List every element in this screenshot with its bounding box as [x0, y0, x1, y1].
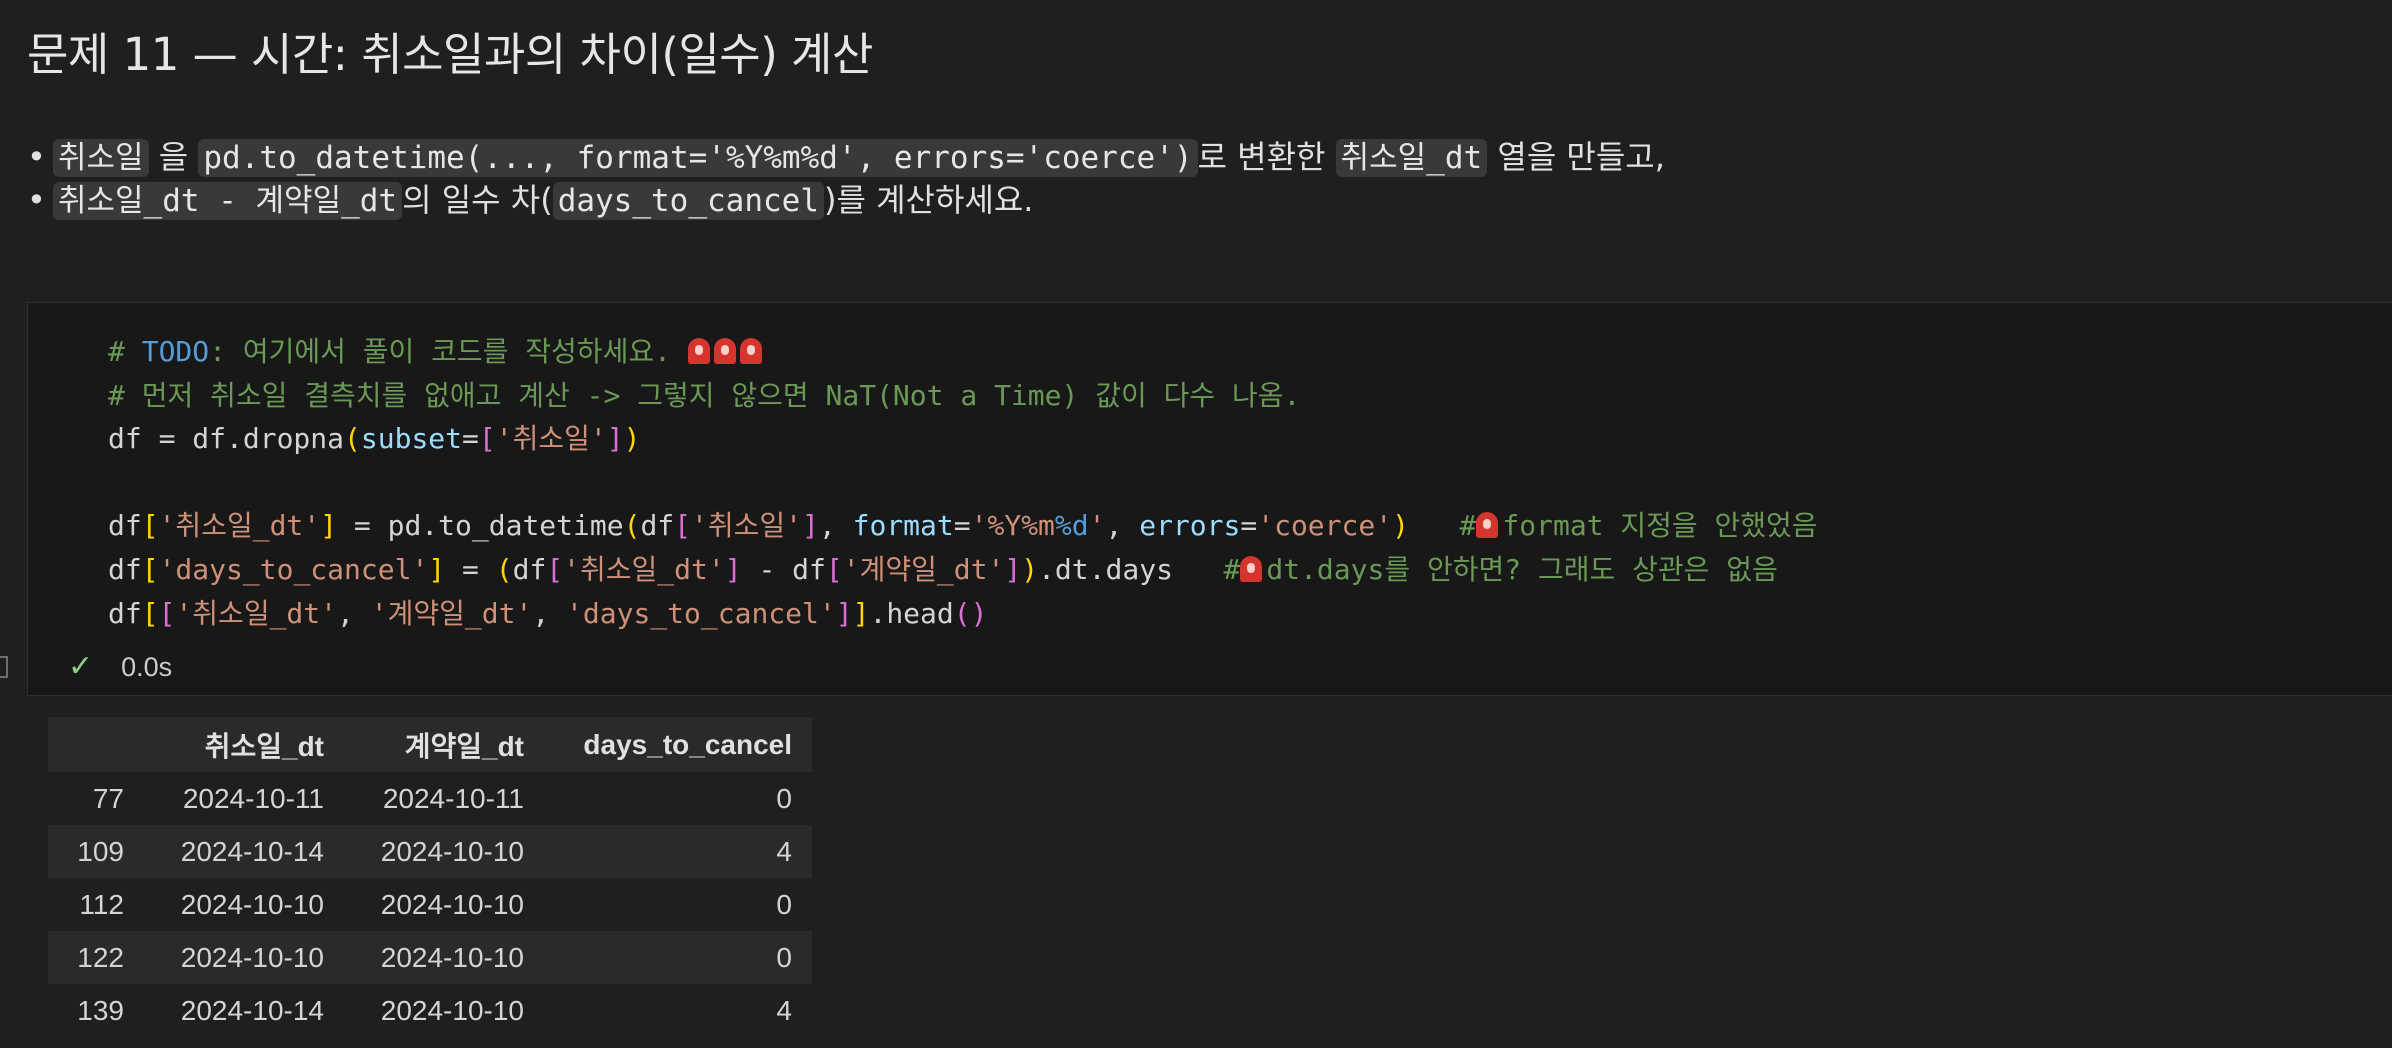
table-row: 77 2024-10-11 2024-10-11 0 [48, 772, 812, 825]
siren-icon [739, 338, 762, 364]
inline-code: pd.to_datetime(..., format='%Y%m%d', err… [198, 139, 1198, 177]
table-row: 122 2024-10-10 2024-10-10 0 [48, 931, 812, 984]
instruction-line-1: • 취소일 을 pd.to_datetime(..., format='%Y%m%… [27, 136, 1665, 179]
cell-days-to-cancel: 0 [776, 888, 792, 920]
bullet: • [27, 181, 46, 219]
column-header-index [48, 717, 144, 772]
table-header-row: 취소일_dt 계약일_dt days_to_cancel [48, 717, 812, 772]
instruction-text: 을 [158, 138, 189, 176]
cell-days-to-cancel: 0 [776, 782, 792, 814]
cell-contract-date: 2024-10-10 [380, 994, 524, 1026]
table-row: 139 2024-10-14 2024-10-10 4 [48, 984, 812, 1037]
siren-icon [1476, 512, 1499, 539]
instruction-text: )를 계산하세요. [823, 181, 1034, 219]
inline-code: 취소일 [53, 139, 149, 177]
table-row: 112 2024-10-10 2024-10-10 0 [48, 878, 812, 931]
row-index: 77 [92, 782, 124, 814]
column-header-days-to-cancel: days_to_cancel [544, 717, 812, 772]
cell-contract-date: 2024-10-10 [380, 888, 524, 920]
inline-code: 취소일_dt - 계약일_dt [53, 182, 403, 220]
siren-icon [1240, 555, 1263, 582]
cell-cancel-date: 2024-10-14 [180, 835, 324, 867]
code-cell[interactable]: # TODO: 여기에서 풀이 코드를 작성하세요. # 먼저 취소일 결측치를… [27, 302, 2392, 696]
markdown-instructions: • 취소일 을 pd.to_datetime(..., format='%Y%m%… [27, 136, 1665, 222]
cell-days-to-cancel: 0 [776, 941, 792, 973]
cell-contract-date: 2024-10-10 [380, 835, 524, 867]
inline-code: 취소일_dt [1335, 139, 1488, 177]
check-icon: ✓ [68, 650, 94, 683]
cell-days-to-cancel: 4 [776, 994, 792, 1026]
execution-status: ✓ 0.0s [68, 649, 172, 684]
siren-icon [713, 338, 736, 364]
table-row: 109 2024-10-14 2024-10-10 4 [48, 825, 812, 878]
column-header-contract-date: 계약일_dt [344, 717, 544, 772]
siren-icon [687, 338, 710, 364]
cell-cancel-date: 2024-10-11 [182, 782, 324, 814]
instruction-text: 로 변환한 [1197, 138, 1326, 176]
cell-days-to-cancel: 4 [776, 835, 792, 867]
row-index: 139 [77, 994, 124, 1026]
instruction-text: 열을 만들고, [1497, 138, 1665, 176]
row-index: 109 [77, 835, 124, 867]
cell-cancel-date: 2024-10-10 [180, 941, 324, 973]
row-index: 112 [79, 888, 124, 920]
cell-cancel-date: 2024-10-14 [180, 994, 324, 1026]
row-index: 122 [77, 941, 124, 973]
cell-cancel-date: 2024-10-10 [180, 888, 324, 920]
dataframe-output-table: 취소일_dt 계약일_dt days_to_cancel 77 2024-10-… [48, 717, 812, 1037]
execution-time: 0.0s [121, 652, 173, 682]
instruction-line-2: • 취소일_dt - 계약일_dt 의 일수 차(days_to_cancel)를 … [27, 179, 1665, 222]
column-header-cancel-date: 취소일_dt [144, 717, 344, 772]
bullet: • [27, 138, 46, 176]
cell-contract-date: 2024-10-10 [380, 941, 524, 973]
code-editor[interactable]: # TODO: 여기에서 풀이 코드를 작성하세요. # 먼저 취소일 결측치를… [108, 330, 1818, 635]
cell-contract-date: 2024-10-11 [382, 782, 524, 814]
markdown-heading: 문제 11 — 시간: 취소일과의 차이(일수) 계산 [27, 28, 873, 81]
inline-code: days_to_cancel [552, 182, 824, 220]
instruction-text: 의 일수 차( [402, 181, 553, 219]
cell-collapse-bracket[interactable] [0, 656, 8, 678]
